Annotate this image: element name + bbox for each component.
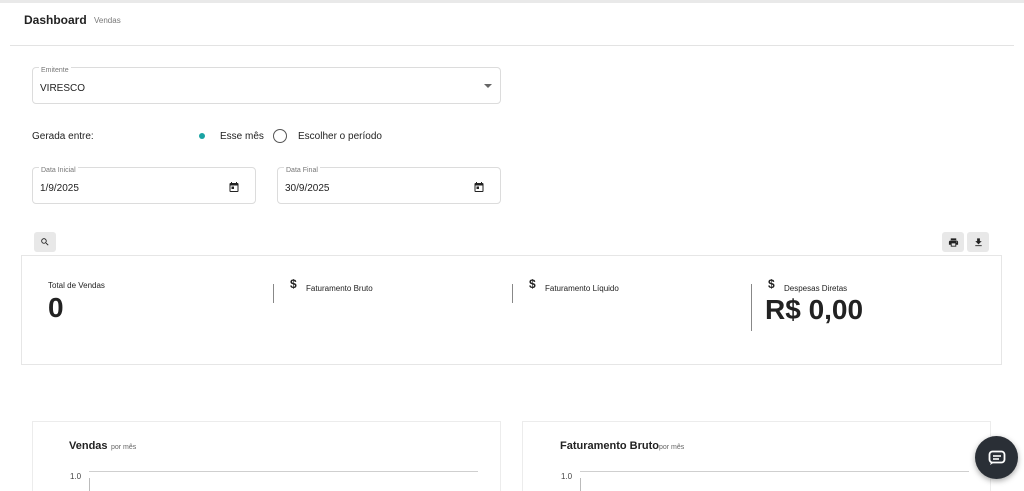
radio-esse-mes-label[interactable]: Esse mês <box>220 131 264 142</box>
faturamento-bruto-label: Faturamento Bruto <box>306 284 373 293</box>
emitente-label: Emitente <box>39 67 71 74</box>
faturamento-bruto-chart-panel: Faturamento Bruto por mês 1.0 <box>522 421 991 491</box>
print-button[interactable] <box>942 232 964 252</box>
calendar-icon[interactable] <box>228 181 240 193</box>
chart-gridline <box>89 471 478 472</box>
chart-y-axis <box>89 478 90 491</box>
chart-subtitle: por mês <box>659 444 685 451</box>
periodo-label: Gerada entre: <box>32 131 94 142</box>
data-inicial-field[interactable]: Data Inicial 1/9/2025 <box>32 167 256 204</box>
y-tick-label: 1.0 <box>561 472 573 481</box>
dollar-icon: $ <box>529 277 536 291</box>
emitente-value: VIRESCO <box>40 83 86 94</box>
page-header: Dashboard Vendas <box>10 3 1014 46</box>
despesas-diretas-label: Despesas Diretas <box>784 284 848 293</box>
data-inicial-value: 1/9/2025 <box>40 183 79 194</box>
download-icon <box>974 237 982 246</box>
chat-button[interactable] <box>975 436 1018 479</box>
search-button[interactable] <box>34 232 56 252</box>
search-icon <box>41 238 49 246</box>
dollar-icon: $ <box>768 277 775 291</box>
print-icon <box>948 237 958 247</box>
radio-escolher-periodo-label[interactable]: Escolher o período <box>298 131 382 142</box>
chevron-down-icon <box>484 84 492 88</box>
faturamento-liquido-label: Faturamento Líquido <box>545 284 619 293</box>
chat-icon <box>988 450 1005 465</box>
data-inicial-label: Data Inicial <box>39 167 78 174</box>
chart-title: Faturamento Bruto <box>560 440 659 452</box>
despesas-diretas-value: R$ 0,00 <box>765 294 864 325</box>
vendas-chart-panel: Vendas por mês 1.0 <box>32 421 501 491</box>
calendar-icon[interactable] <box>473 181 485 193</box>
y-tick-label: 1.0 <box>70 472 82 481</box>
emitente-select[interactable]: Emitente VIRESCO <box>32 67 501 104</box>
data-final-field[interactable]: Data Final 30/9/2025 <box>277 167 501 204</box>
radio-escolher-periodo[interactable] <box>273 129 287 143</box>
page-subtitle: Vendas <box>94 16 121 25</box>
chart-y-axis <box>580 478 581 491</box>
chart-subtitle: por mês <box>111 444 137 451</box>
kpi-divider <box>512 284 513 303</box>
dollar-icon: $ <box>290 277 297 291</box>
data-final-value: 30/9/2025 <box>285 183 330 194</box>
radio-esse-mes[interactable] <box>195 129 209 143</box>
kpi-card: Total de Vendas 0 $ Faturamento Bruto $ … <box>21 255 1002 365</box>
total-vendas-label: Total de Vendas <box>48 281 105 290</box>
download-button[interactable] <box>967 232 989 252</box>
total-vendas-value: 0 <box>48 292 64 323</box>
kpi-divider <box>751 284 752 331</box>
kpi-divider <box>273 284 274 303</box>
chart-title: Vendas <box>69 440 108 452</box>
chart-gridline <box>580 471 969 472</box>
data-final-label: Data Final <box>284 167 320 174</box>
page-title: Dashboard <box>24 13 87 27</box>
